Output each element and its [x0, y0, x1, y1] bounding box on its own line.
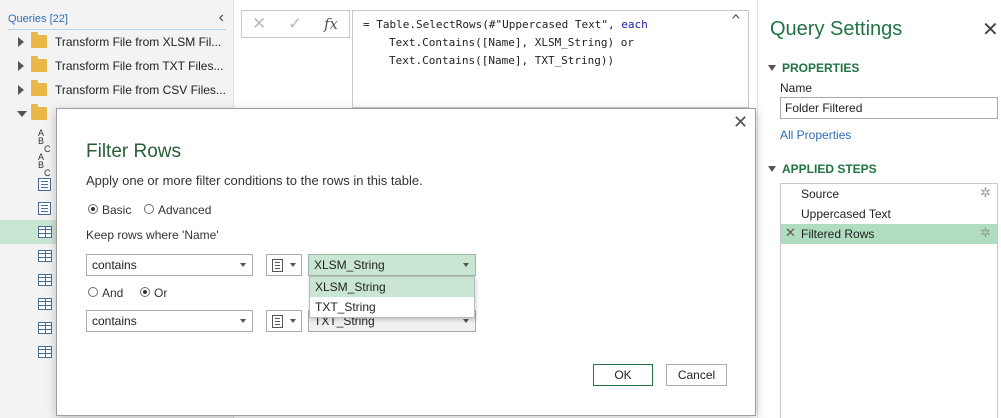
query-settings-pane: Query Settings ✕ PROPERTIES Name All Pro…	[757, 0, 1001, 418]
delete-step-icon[interactable]: ✕	[785, 225, 796, 241]
queries-header: Queries [22] ‹	[8, 9, 226, 30]
expand-triangle-icon[interactable]	[18, 85, 24, 95]
cancel-edit-icon[interactable]: ✕	[252, 14, 266, 34]
formula-keyword-each: each	[621, 18, 648, 31]
step-label: Uppercased Text	[801, 207, 891, 221]
all-properties-link[interactable]: All Properties	[780, 128, 851, 142]
table-icon	[38, 274, 52, 286]
ok-button[interactable]: OK	[593, 364, 653, 386]
commit-edit-icon[interactable]: ✓	[288, 14, 302, 34]
query-name-input[interactable]	[780, 97, 998, 119]
formula-line-1: = Table.SelectRows(#"Uppercased Text",	[363, 18, 622, 31]
folder-icon	[31, 32, 47, 48]
parameter-type-icon	[272, 259, 283, 272]
list-icon	[38, 202, 51, 215]
folder-icon	[31, 80, 47, 96]
queries-title: Queries [22]	[8, 13, 68, 25]
chevron-down-icon	[290, 319, 296, 323]
chevron-down-icon	[463, 263, 469, 267]
name-label: Name	[780, 81, 813, 95]
condition1-value: XLSM_String	[314, 258, 385, 272]
basic-radio[interactable]	[88, 204, 98, 214]
chevron-down-icon	[240, 319, 246, 323]
advanced-radio[interactable]	[144, 204, 154, 214]
collapse-triangle-icon	[768, 166, 776, 172]
chevron-down-icon	[463, 319, 469, 323]
fx-icon[interactable]: fx	[324, 15, 338, 33]
gear-icon[interactable]: ✲	[980, 225, 991, 241]
and-radio[interactable]	[88, 287, 98, 297]
formula-line-3: Text.Contains([Name], TXT_String))	[389, 54, 615, 67]
condition2-type-button[interactable]	[266, 310, 302, 332]
condition1-operator-value: contains	[92, 258, 137, 272]
collapse-triangle-icon	[768, 65, 776, 71]
folder-icon	[31, 104, 47, 120]
step-filtered-rows[interactable]: ✕ Filtered Rows ✲	[781, 224, 997, 244]
condition1-operator-dropdown[interactable]: contains	[86, 254, 253, 276]
formula-editor[interactable]: = Table.SelectRows(#"Uppercased Text", e…	[352, 10, 749, 108]
collapse-pane-icon[interactable]: ‹	[219, 9, 224, 27]
collapse-triangle-icon[interactable]	[17, 111, 27, 117]
chevron-down-icon	[290, 263, 296, 267]
dialog-title: Filter Rows	[86, 141, 182, 162]
dialog-description: Apply one or more filter conditions to t…	[86, 173, 423, 188]
condition1-type-button[interactable]	[266, 254, 302, 276]
step-source[interactable]: Source ✲	[781, 184, 997, 204]
basic-radio-label[interactable]: Basic	[102, 203, 131, 217]
collapse-formula-icon[interactable]: ^	[732, 13, 740, 29]
cancel-button[interactable]: Cancel	[666, 364, 727, 386]
query-settings-title: Query Settings	[770, 18, 903, 40]
keep-rows-label: Keep rows where 'Name'	[86, 228, 219, 242]
table-icon	[38, 250, 52, 262]
expand-triangle-icon[interactable]	[18, 61, 24, 71]
properties-heading[interactable]: PROPERTIES	[768, 61, 859, 75]
step-label: Source	[801, 187, 840, 201]
step-label: Filtered Rows	[801, 227, 875, 241]
advanced-radio-label[interactable]: Advanced	[158, 203, 211, 217]
value-dropdown-list: XLSM_String TXT_String	[309, 276, 475, 318]
table-icon	[38, 298, 52, 310]
applied-steps-list: Source ✲ Uppercased Text ✕ Filtered Rows…	[780, 183, 998, 418]
or-radio[interactable]	[140, 287, 150, 297]
condition2-operator-dropdown[interactable]: contains	[86, 310, 253, 332]
folder-icon	[31, 56, 47, 72]
filter-rows-dialog: ✕ Filter Rows Apply one or more filter c…	[56, 108, 756, 416]
condition2-operator-value: contains	[92, 314, 137, 328]
formula-line-2: Text.Contains([Name], XLSM_String) or	[389, 36, 635, 49]
expand-triangle-icon[interactable]	[18, 37, 24, 47]
query-group-label: Transform File from XLSM Fil...	[55, 35, 222, 49]
query-group-txt[interactable]: Transform File from TXT Files...	[0, 54, 234, 78]
condition1-value-dropdown[interactable]: XLSM_String	[308, 254, 476, 276]
table-icon	[38, 226, 52, 238]
step-uppercased-text[interactable]: Uppercased Text	[781, 204, 997, 224]
close-dialog-icon[interactable]: ✕	[733, 113, 748, 131]
table-icon	[38, 322, 52, 334]
and-radio-label[interactable]: And	[102, 286, 123, 300]
applied-steps-heading[interactable]: APPLIED STEPS	[768, 162, 877, 176]
gear-icon[interactable]: ✲	[980, 185, 991, 201]
or-radio-label[interactable]: Or	[154, 286, 167, 300]
query-group-csv[interactable]: Transform File from CSV Files...	[0, 78, 234, 102]
query-group-label: Transform File from CSV Files...	[55, 83, 226, 97]
parameter-type-icon	[272, 315, 283, 328]
chevron-down-icon	[240, 263, 246, 267]
table-icon	[38, 346, 52, 358]
formula-buttons: ✕ ✓ fx	[241, 10, 350, 38]
list-icon	[38, 178, 51, 191]
query-group-xlsm[interactable]: Transform File from XLSM Fil...	[0, 30, 234, 54]
close-settings-icon[interactable]: ✕	[982, 20, 999, 40]
query-group-label: Transform File from TXT Files...	[55, 59, 224, 73]
dropdown-option-txt[interactable]: TXT_String	[310, 297, 474, 317]
dropdown-option-xlsm[interactable]: XLSM_String	[310, 277, 474, 297]
